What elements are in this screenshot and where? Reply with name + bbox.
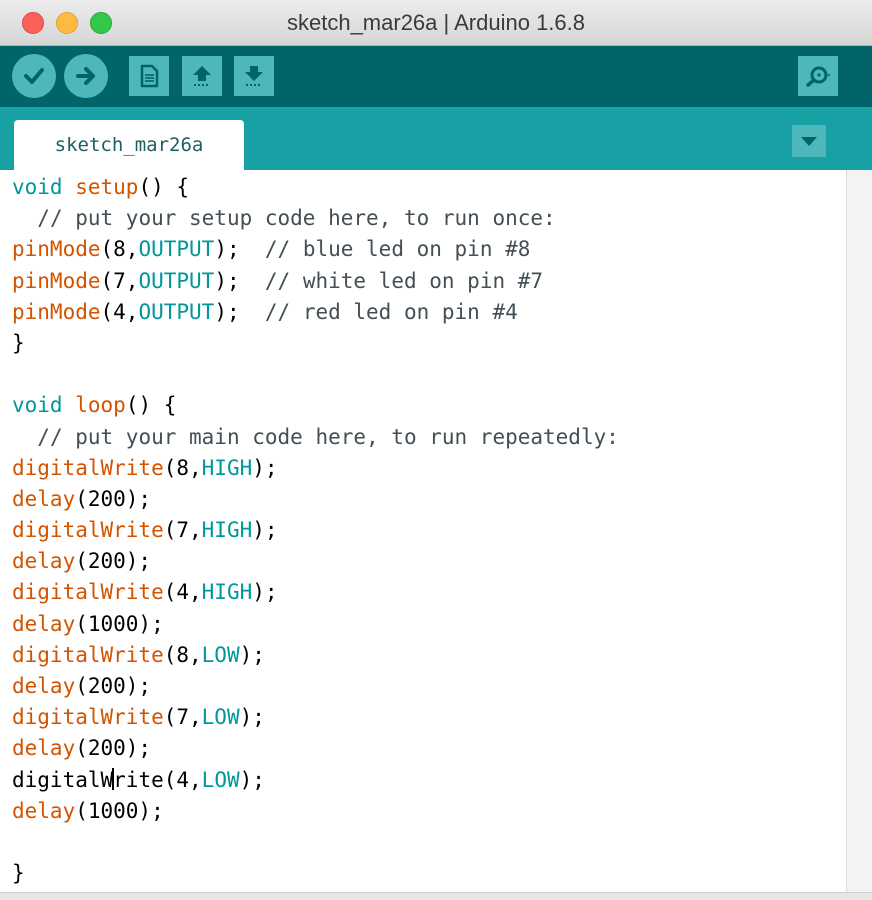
code-line[interactable]: digitalWrite(7,HIGH); — [12, 515, 619, 546]
tab-menu-button[interactable] — [792, 125, 826, 157]
code-line[interactable]: pinMode(7,OUTPUT); // white led on pin #… — [12, 266, 619, 297]
serial-monitor-button[interactable] — [798, 56, 838, 96]
code-line[interactable]: pinMode(8,OUTPUT); // blue led on pin #8 — [12, 234, 619, 265]
code-line[interactable]: // put your main code here, to run repea… — [12, 422, 619, 453]
open-button[interactable] — [182, 56, 222, 96]
arrow-up-icon — [193, 66, 211, 86]
window-title: sketch_mar26a | Arduino 1.6.8 — [286, 10, 585, 35]
editor-bottom-edge — [0, 892, 872, 900]
code-line[interactable]: digitalWrite(8,LOW); — [12, 640, 619, 671]
code-line[interactable]: void loop() { — [12, 390, 619, 421]
code-line[interactable]: digitalWrite(7,LOW); — [12, 702, 619, 733]
vertical-scrollbar[interactable] — [846, 170, 872, 892]
checkmark-icon — [24, 68, 44, 84]
code-editor[interactable]: void setup() { // put your setup code he… — [0, 170, 846, 892]
code-line[interactable] — [12, 827, 619, 858]
code-line[interactable]: delay(1000); — [12, 796, 619, 827]
code-line[interactable]: digitalWrite(4,LOW); — [12, 765, 619, 796]
code-line[interactable]: digitalWrite(8,HIGH); — [12, 453, 619, 484]
code-line[interactable]: delay(200); — [12, 546, 619, 577]
code-line[interactable]: } — [12, 858, 619, 889]
code-line[interactable] — [12, 359, 619, 390]
code-line[interactable]: void setup() { — [12, 172, 619, 203]
title-bar: sketch_mar26a | Arduino 1.6.8 — [0, 0, 872, 46]
code-line[interactable]: digitalWrite(4,HIGH); — [12, 577, 619, 608]
magnifier-icon — [806, 66, 830, 87]
code-line[interactable]: } — [12, 328, 619, 359]
code-line[interactable]: pinMode(4,OUTPUT); // red led on pin #4 — [12, 297, 619, 328]
new-sketch-button[interactable] — [129, 56, 169, 96]
code-text[interactable]: void setup() { // put your setup code he… — [12, 172, 619, 889]
toolbar — [0, 46, 872, 107]
arrow-down-icon — [245, 66, 263, 86]
code-line[interactable]: delay(200); — [12, 671, 619, 702]
tab-bar: sketch_mar26a — [0, 107, 872, 170]
code-line[interactable]: // put your setup code here, to run once… — [12, 203, 619, 234]
new-document-icon — [140, 64, 159, 88]
upload-button[interactable] — [64, 54, 108, 98]
code-line[interactable]: delay(1000); — [12, 609, 619, 640]
chevron-down-icon — [801, 137, 817, 146]
tab-sketch[interactable]: sketch_mar26a — [14, 120, 244, 170]
code-line[interactable]: delay(200); — [12, 733, 619, 764]
arrow-right-icon — [76, 67, 95, 85]
code-line[interactable]: delay(200); — [12, 484, 619, 515]
verify-button[interactable] — [12, 54, 56, 98]
save-button[interactable] — [234, 56, 274, 96]
